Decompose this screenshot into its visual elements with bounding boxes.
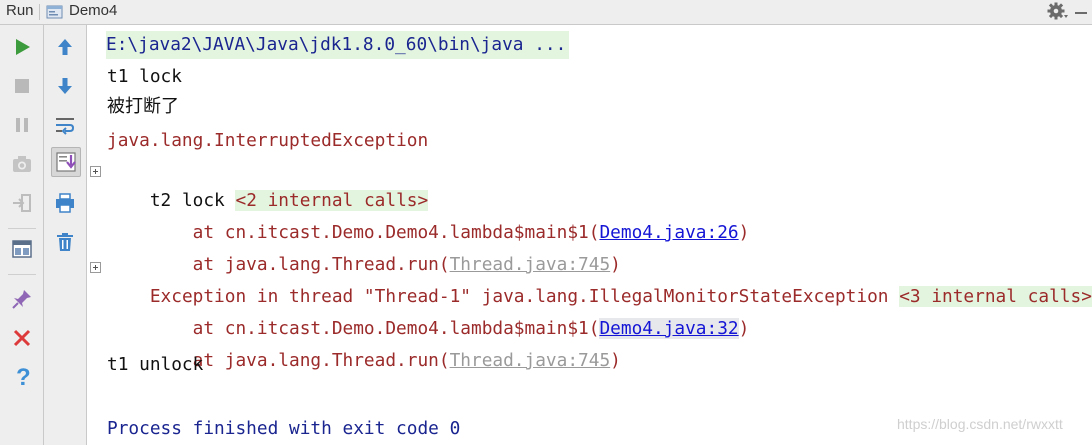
- run-toolbar-primary: ?: [0, 25, 44, 445]
- pause-button[interactable]: [8, 111, 36, 139]
- down-arrow-icon: [58, 78, 72, 94]
- output-line-t2-lock: t2 lock <2 internal calls>: [107, 159, 429, 211]
- output-line-exception: java.lang.InterruptedException: [107, 130, 429, 151]
- restore-layout-button[interactable]: [8, 235, 36, 263]
- run-tool-window-header: Run Demo4: [0, 0, 1092, 25]
- run-toolbar-secondary: [44, 25, 87, 445]
- stop-icon: [15, 79, 29, 93]
- watermark: https://blog.csdn.net/rwxxtt: [897, 416, 1063, 432]
- trash-icon: [57, 233, 73, 251]
- dump-threads-button[interactable]: [8, 150, 36, 178]
- command-line[interactable]: E:\java2\JAVA\Java\jdk1.8.0_60\bin\java …: [106, 31, 570, 59]
- svg-text:?: ?: [16, 365, 31, 389]
- help-button[interactable]: ?: [8, 363, 36, 391]
- run-label: Run: [6, 2, 34, 19]
- pause-icon: [16, 118, 28, 132]
- exit-button[interactable]: [8, 189, 36, 217]
- dump-threads-icon: [13, 156, 31, 172]
- stack-frame-suffix: ): [738, 222, 750, 243]
- stack-trace-line: at java.lang.Thread.run(Thread.java:745): [107, 223, 621, 275]
- close-button[interactable]: [8, 324, 36, 352]
- minimize-icon[interactable]: [1072, 3, 1090, 21]
- clear-all-button[interactable]: [51, 228, 79, 256]
- print-button[interactable]: [51, 189, 79, 217]
- help-icon: ?: [16, 365, 31, 389]
- down-stack-frame-button[interactable]: [51, 72, 79, 100]
- exit-icon: [13, 194, 31, 212]
- rerun-button[interactable]: [8, 33, 36, 61]
- process-finished-line: Process finished with exit code 0: [107, 418, 461, 439]
- stack-frame-suffix: ): [738, 318, 750, 339]
- toolbar-divider: [8, 274, 36, 275]
- pin-icon: [12, 290, 31, 309]
- library-source-link[interactable]: Thread.java:745: [450, 350, 611, 371]
- scroll-to-end-button[interactable]: [51, 147, 81, 177]
- fold-expand-icon[interactable]: [90, 262, 101, 273]
- internal-calls-fold[interactable]: <3 internal calls>: [899, 286, 1092, 307]
- print-icon: [56, 193, 74, 213]
- scroll-to-end-icon: [56, 152, 76, 172]
- console-output[interactable]: E:\java2\JAVA\Java\jdk1.8.0_60\bin\java …: [88, 26, 1092, 445]
- run-tab-demo4[interactable]: Demo4: [69, 2, 117, 19]
- stack-trace-line: at java.lang.Thread.run(Thread.java:745): [107, 319, 621, 371]
- pin-tab-button[interactable]: [8, 285, 36, 313]
- soft-wrap-button[interactable]: [51, 111, 79, 139]
- output-line-t1-unlock: t1 unlock: [107, 354, 204, 375]
- close-icon: [13, 329, 31, 347]
- stack-frame-suffix: ): [610, 350, 621, 371]
- rerun-icon: [16, 39, 30, 55]
- header-divider: [39, 4, 40, 20]
- up-arrow-icon: [58, 39, 72, 55]
- output-line-t1-lock: t1 lock: [107, 66, 182, 87]
- stack-trace-line: at cn.itcast.Demo.Demo4.lambda$main$1(De…: [107, 287, 749, 339]
- stop-button[interactable]: [8, 72, 36, 100]
- gear-icon[interactable]: [1047, 1, 1069, 23]
- toolbar-divider: [8, 228, 36, 229]
- layout-icon: [12, 240, 32, 258]
- stack-trace-line: at cn.itcast.Demo.Demo4.lambda$main$1(De…: [107, 191, 750, 243]
- up-stack-frame-button[interactable]: [51, 33, 79, 61]
- run-config-icon: [46, 5, 63, 19]
- output-line-thread-exception: Exception in thread "Thread-1" java.lang…: [107, 255, 1092, 307]
- output-line-interrupted: 被打断了: [107, 96, 179, 117]
- fold-expand-icon[interactable]: [90, 166, 101, 177]
- soft-wrap-icon: [56, 118, 75, 135]
